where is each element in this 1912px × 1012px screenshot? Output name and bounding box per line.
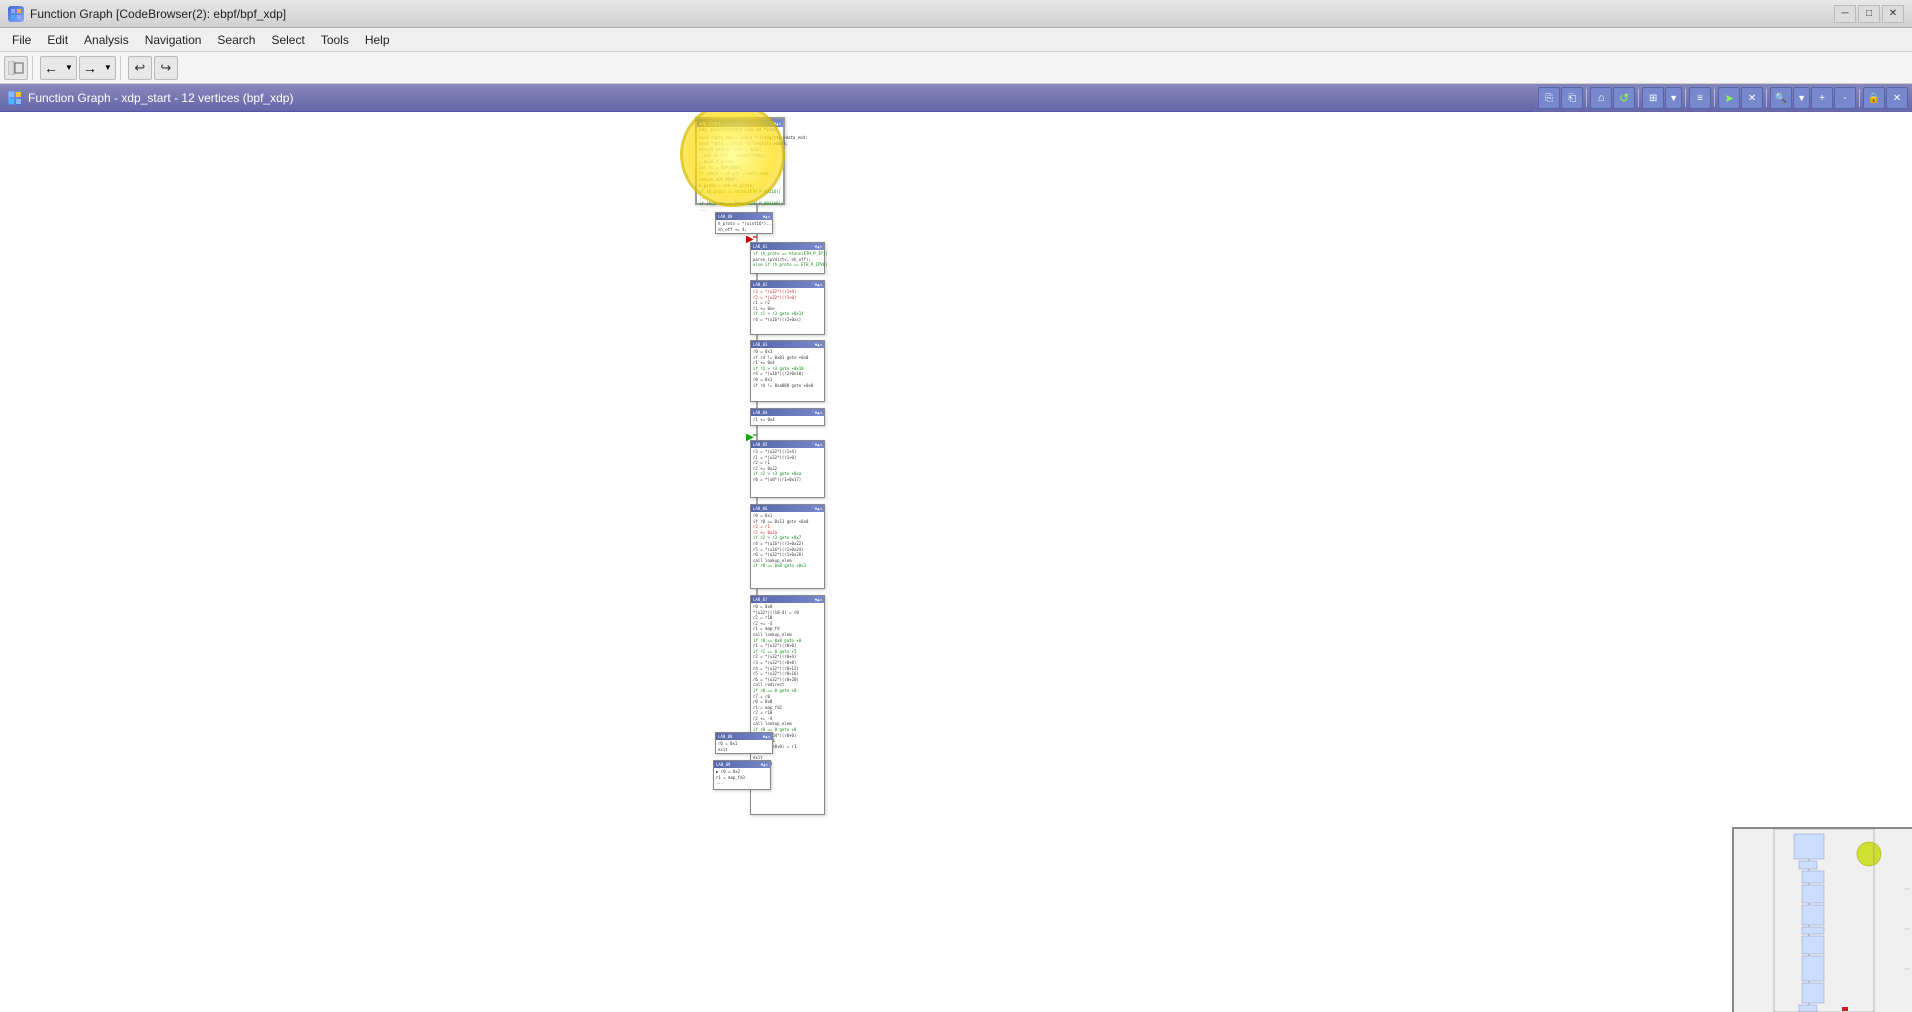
graph-node-4[interactable]: LAB_02 ▼▲✕ r3 = *(u32*)(r1+4) r2 = *(u32… xyxy=(750,280,825,335)
menu-tools[interactable]: Tools xyxy=(313,29,357,51)
node10-content: r0 = 0x1 exit xyxy=(716,740,772,753)
menubar: File Edit Analysis Navigation Search Sel… xyxy=(0,28,1912,52)
menu-analysis[interactable]: Analysis xyxy=(76,29,137,51)
graph-node-5[interactable]: LAB_03 ▼▲✕ r0 = 0x1 if r4 != 0x81 goto +… xyxy=(750,340,825,402)
graph-edges xyxy=(0,112,1912,1012)
node2-content: h_proto = *(uint16*)... nh_off += 4; xyxy=(716,220,772,233)
node7-content: r3 = *(u32*)(r1+4) r1 = *(u32*)(r1+0) r2… xyxy=(751,448,824,484)
zoom-out-button[interactable]: - xyxy=(1834,87,1856,109)
node8-header: LAB_06 xyxy=(753,506,767,511)
main-canvas[interactable]: xdp_start ▼▲✕ xdp_start(struct xdp_md *c… xyxy=(0,112,1912,1012)
zoom-button[interactable]: 🔍 xyxy=(1770,87,1792,109)
graph-node-6[interactable]: LAB_04 ▼▲✕ r1 += 0x4 xyxy=(750,408,825,426)
redo-button[interactable]: ↪ xyxy=(154,56,178,80)
minimize-button[interactable]: ─ xyxy=(1834,5,1856,23)
titlebar: Function Graph [CodeBrowser(2): ebpf/bpf… xyxy=(0,0,1912,28)
toolbar: ← ▼ → ▼ ↩ ↪ xyxy=(0,52,1912,84)
graph-node-1[interactable]: xdp_start ▼▲✕ xdp_start(struct xdp_md *c… xyxy=(695,117,785,205)
nav-forward-button[interactable]: → ▼ xyxy=(79,56,116,80)
menu-select[interactable]: Select xyxy=(263,29,312,51)
menu-navigation[interactable]: Navigation xyxy=(137,29,210,51)
node10-header: LAB_08 xyxy=(718,734,732,739)
lock-button[interactable]: 🔒 xyxy=(1863,87,1885,109)
node7-header: LAB_05 xyxy=(753,442,767,447)
menu-help[interactable]: Help xyxy=(357,29,398,51)
graph-node-11[interactable]: LAB_09 ▼▲✕ ▶ r0 = 0x2 r1 = map_fd3 ... xyxy=(713,760,771,790)
node1-header-title: xdp_start xyxy=(699,121,721,126)
graph-node-8[interactable]: LAB_06 ▼▲✕ r0 = 0x1 if r0 == 0x11 goto +… xyxy=(750,504,825,589)
undo-button[interactable]: ↩ xyxy=(128,56,152,80)
nav-back-button[interactable]: ← ▼ xyxy=(40,56,77,80)
node11-content: ▶ r0 = 0x2 r1 = map_fd3 ... xyxy=(714,768,770,787)
node2-header: LAB_00 xyxy=(718,214,732,219)
graph-node-3[interactable]: LAB_01 ▼▲✕ if (h_proto == htons(ETH_P_IP… xyxy=(750,242,825,274)
node11-header: LAB_09 xyxy=(716,762,730,767)
node3-content: if (h_proto == htons(ETH_P_IP)) parse_ip… xyxy=(751,250,824,269)
graph-node-2[interactable]: LAB_00 ▼▲✕ h_proto = *(uint16*)... nh_of… xyxy=(715,212,773,234)
tab-icon xyxy=(8,91,22,105)
node4-content: r3 = *(u32*)(r1+4) r2 = *(u32*)(r1+0) r1… xyxy=(751,288,824,324)
minimap-svg xyxy=(1734,829,1912,1012)
node8-content: r0 = 0x1 if r0 == 0x11 goto +0x0 r2 = r1… xyxy=(751,512,824,570)
close-button[interactable]: ✕ xyxy=(1882,5,1904,23)
node3-header: LAB_01 xyxy=(753,244,767,249)
maximize-button[interactable]: □ xyxy=(1858,5,1880,23)
center-button[interactable]: ✕ xyxy=(1741,87,1763,109)
app-icon xyxy=(8,6,24,22)
node6-header: LAB_04 xyxy=(753,410,767,415)
graph-node-10[interactable]: LAB_08 ▼▲✕ r0 = 0x1 exit xyxy=(715,732,773,754)
refresh-button[interactable]: ↺ xyxy=(1613,87,1635,109)
graph-node-7[interactable]: LAB_05 ▼▲✕ r3 = *(u32*)(r1+4) r1 = *(u32… xyxy=(750,440,825,498)
menu-file[interactable]: File xyxy=(4,29,39,51)
close-view-button[interactable]: ✕ xyxy=(1886,87,1908,109)
node1-controls: ▼▲✕ xyxy=(774,121,781,126)
node4-header: LAB_02 xyxy=(753,282,767,287)
node6-content: r1 += 0x4 xyxy=(751,416,824,424)
zoom-in-button[interactable]: + xyxy=(1811,87,1833,109)
node9-header: LAB_07 xyxy=(753,597,767,602)
graph-area[interactable]: xdp_start ▼▲✕ xdp_start(struct xdp_md *c… xyxy=(0,112,1912,1012)
sidebar-toggle-button[interactable] xyxy=(4,56,28,80)
node5-content: r0 = 0x1 if r4 != 0x81 goto +0x0 r1 += 0… xyxy=(751,348,824,389)
filter-button[interactable]: ≡ xyxy=(1689,87,1711,109)
node1-content: xdp_start(struct xdp_md *ctx) void *data… xyxy=(697,127,783,214)
node5-header: LAB_03 xyxy=(753,342,767,347)
zoom-dropdown[interactable]: ▼ xyxy=(1793,87,1810,109)
toolbar-separator-2 xyxy=(120,56,124,80)
home-button[interactable]: ⌂ xyxy=(1590,87,1612,109)
paste-button[interactable]: ⎗ xyxy=(1561,87,1583,109)
arrow-button[interactable]: ➤ xyxy=(1718,87,1740,109)
window-controls: ─ □ ✕ xyxy=(1834,5,1904,23)
tab-title: Function Graph - xdp_start - 12 vertices… xyxy=(28,91,293,105)
copy-button[interactable]: ⎘ xyxy=(1538,87,1560,109)
toolbar-separator-1 xyxy=(32,56,36,80)
minimap xyxy=(1732,827,1912,1012)
menu-edit[interactable]: Edit xyxy=(39,29,76,51)
layout-button[interactable]: ⊞ xyxy=(1642,87,1664,109)
menu-search[interactable]: Search xyxy=(209,29,263,51)
right-toolbar: ⎘ ⎗ ⌂ ↺ ⊞ ▼ ≡ ➤ ✕ 🔍 ▼ + - 🔒 ✕ xyxy=(1534,84,1912,112)
layout-dropdown[interactable]: ▼ xyxy=(1665,87,1682,109)
tabbar: Function Graph - xdp_start - 12 vertices… xyxy=(0,84,1912,112)
window-title: Function Graph [CodeBrowser(2): ebpf/bpf… xyxy=(30,7,1834,21)
